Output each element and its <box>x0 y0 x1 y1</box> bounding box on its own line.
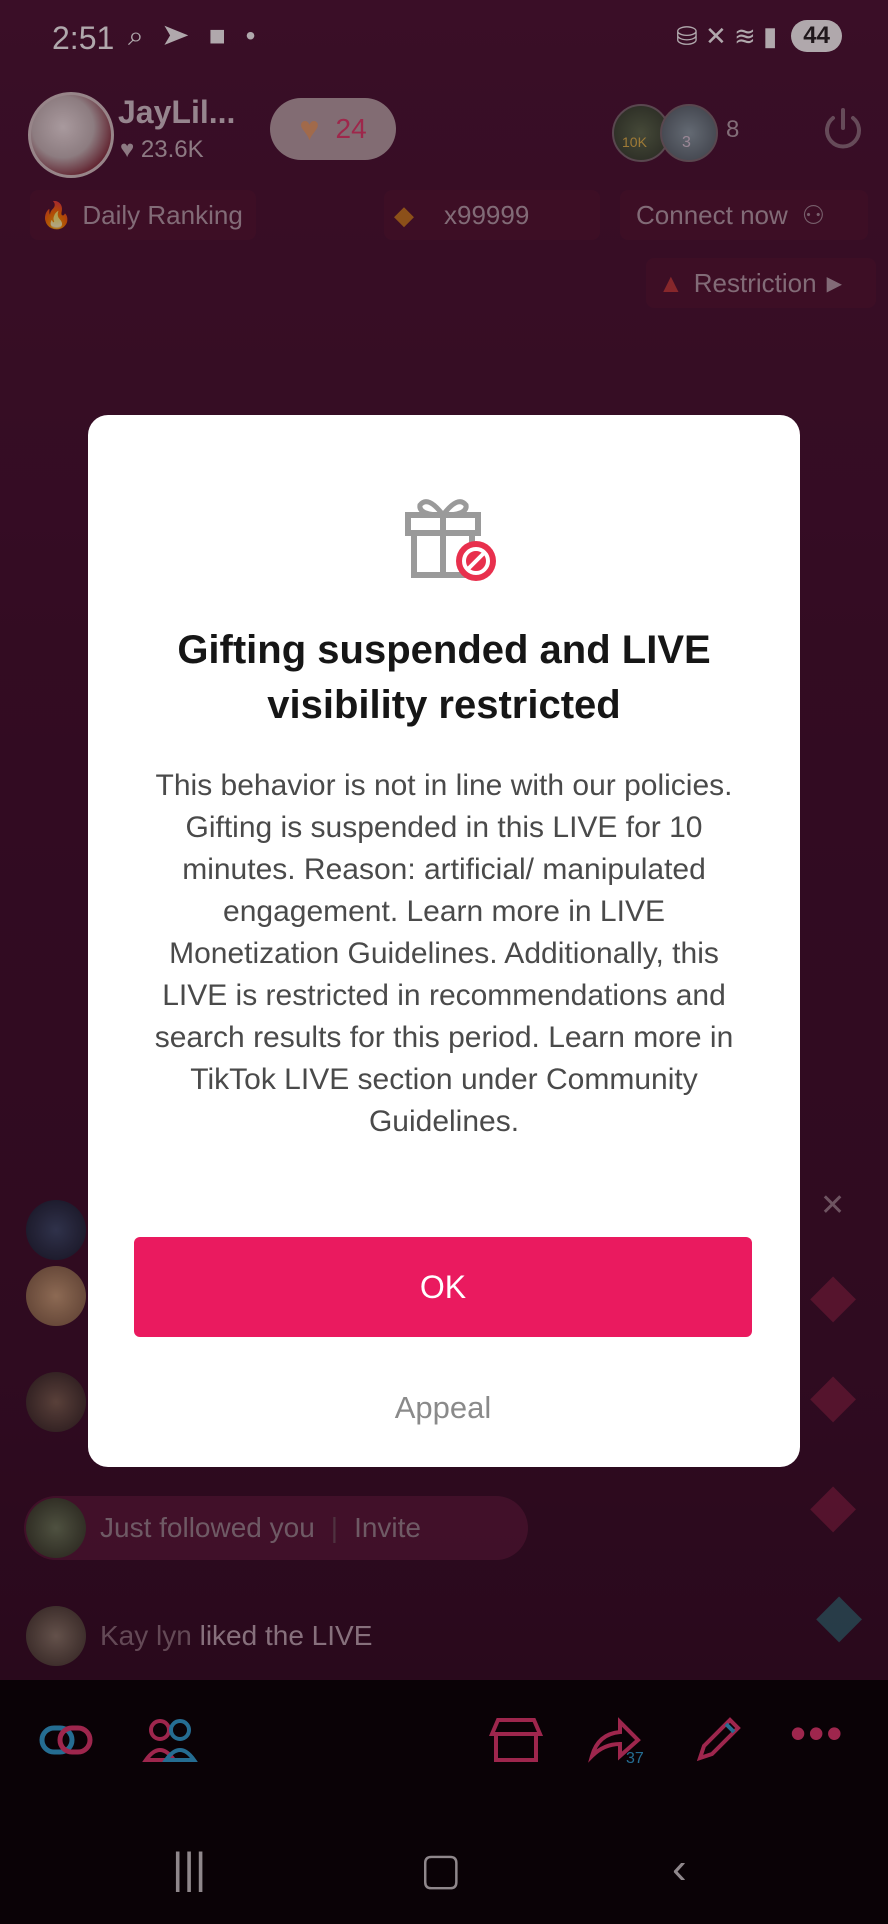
gifting-suspended-dialog: Gifting suspended and LIVE visibility re… <box>88 415 800 1467</box>
live-screen: 2:51 ⌕ ➤ ■ • ⛁ ✕ ≋ ▮ 44 JayLil... ♥ 23.6… <box>0 0 888 1924</box>
gift-blocked-icon <box>405 499 496 581</box>
ok-button[interactable]: OK <box>134 1237 752 1337</box>
dialog-title: Gifting suspended and LIVE visibility re… <box>177 628 711 727</box>
appeal-button[interactable]: Appeal <box>134 1373 752 1443</box>
dialog-message: This behavior is not in line with our po… <box>154 769 734 1138</box>
